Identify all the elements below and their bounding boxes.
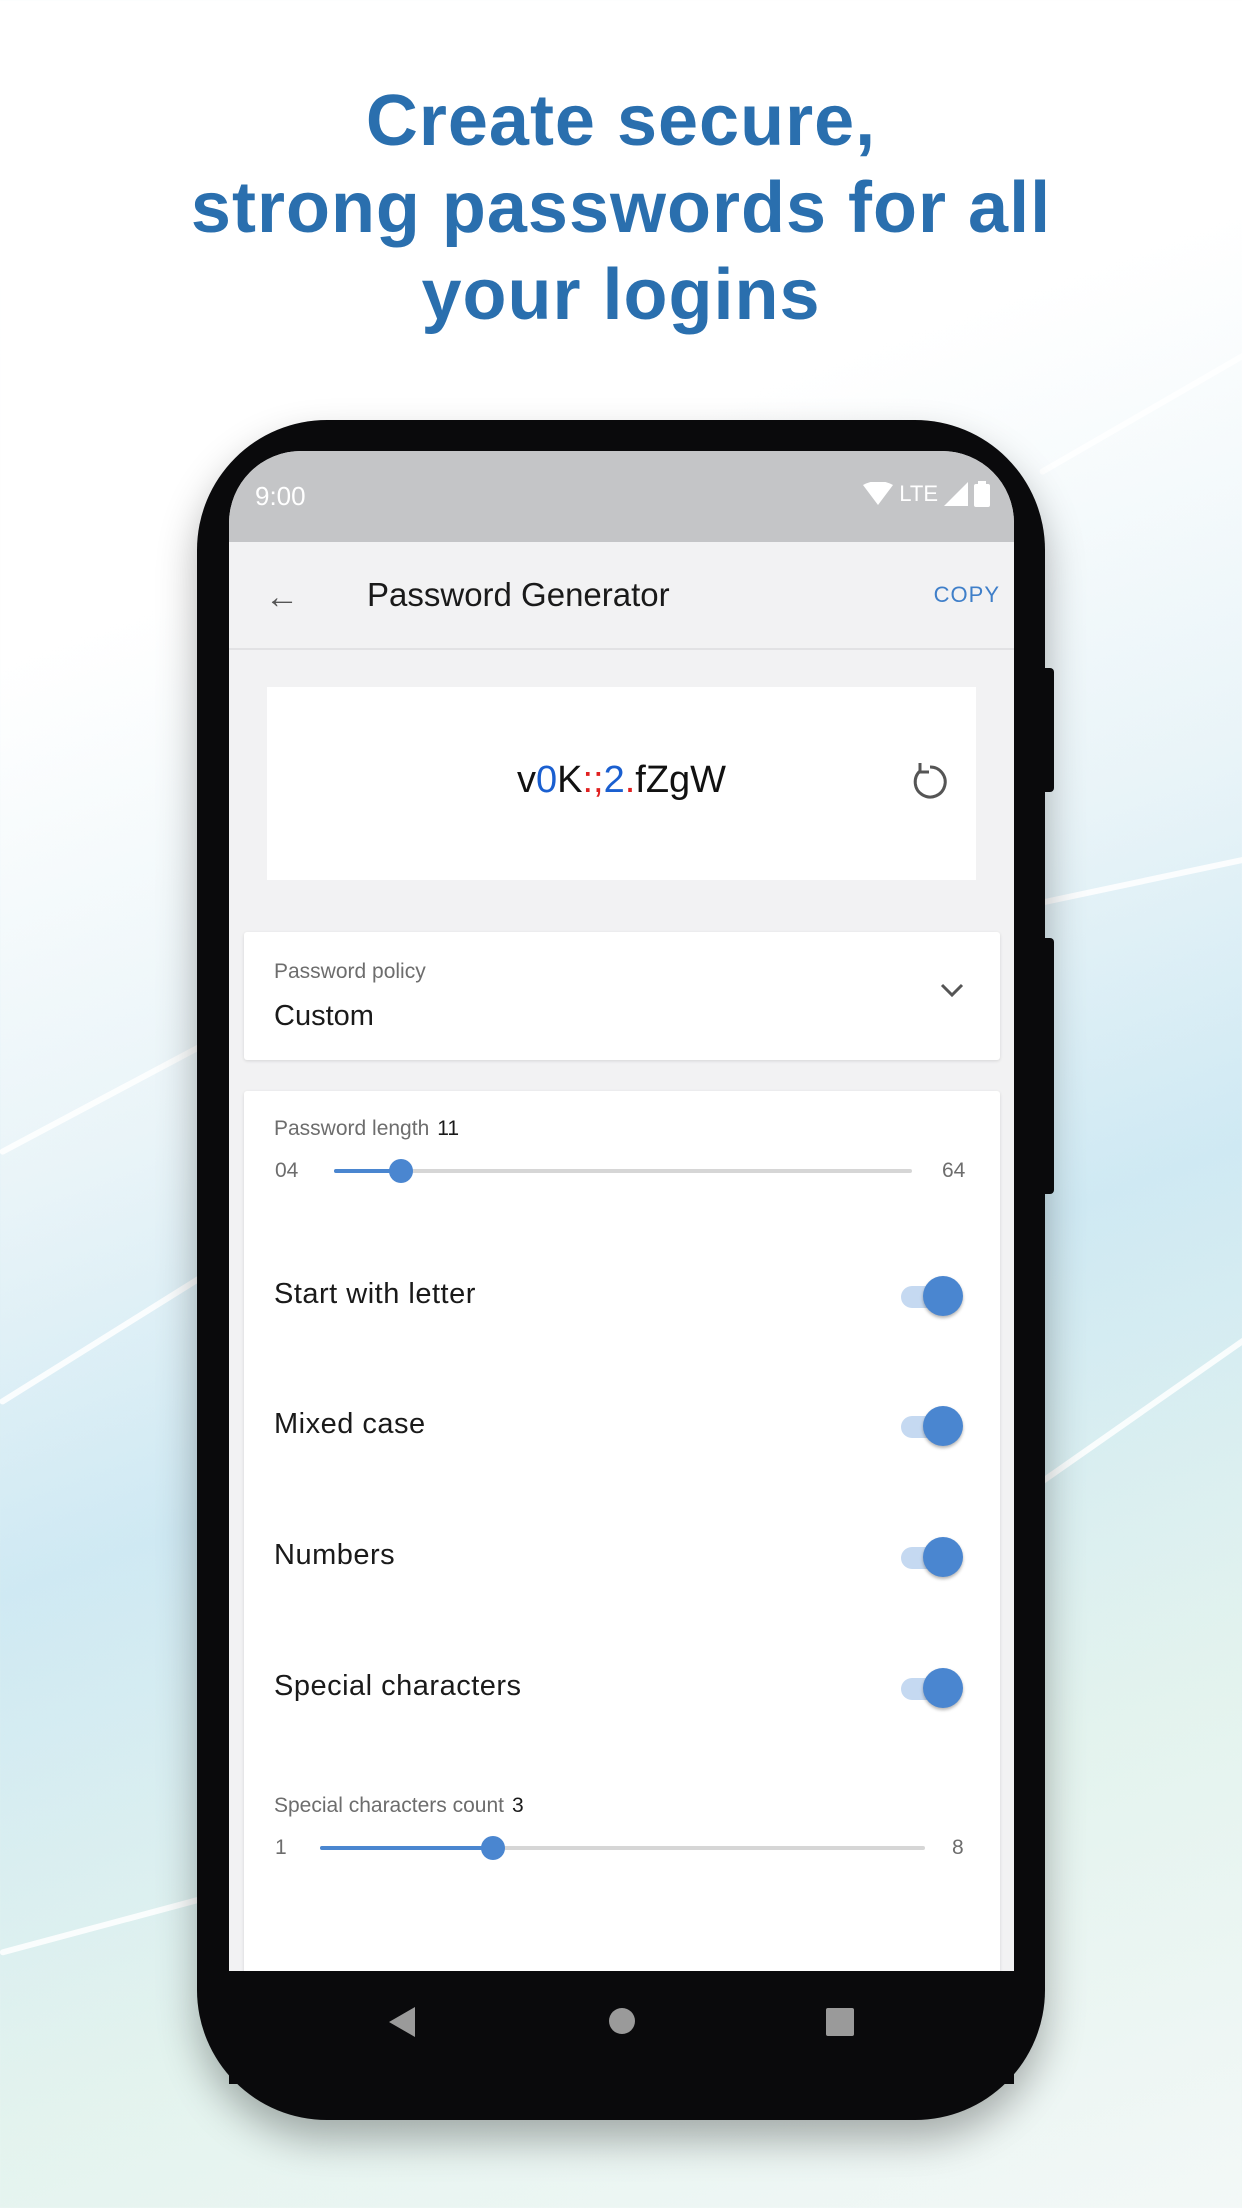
special-count-slider[interactable] [320,1836,925,1860]
toggle-label: Start with letter [274,1278,476,1310]
home-circle-icon[interactable] [607,2006,637,2036]
page-title: Password Generator [367,576,670,613]
password-length-slider[interactable] [334,1159,912,1183]
network-label: LTE [899,481,938,506]
headline-line: your logins [421,255,821,335]
arrow-left-icon[interactable]: ← [265,578,299,617]
copy-button[interactable]: COPY [934,582,1000,608]
phone-side-button [1040,668,1054,792]
password-policy-dropdown[interactable]: Password policy Custom [244,932,1000,1060]
policy-value: Custom [274,1000,374,1032]
navigation-bar [229,1971,1014,2084]
toggle-label: Special characters [274,1670,522,1702]
generated-password[interactable]: v0K:;2.fZgW [267,759,976,802]
special-count-label: Special characters count 3 [274,1794,524,1817]
signal-icon [944,482,968,506]
headline-line: Create secure, [365,81,877,161]
password-segment-special: :; [582,759,604,801]
toggle-numbers[interactable] [901,1537,963,1577]
toggle-label: Mixed case [274,1408,426,1440]
toggle-mixed-case[interactable] [901,1406,963,1446]
slider-min: 1 [275,1836,287,1859]
headline-line: strong passwords for all [190,168,1052,248]
password-length-label: Password length 11 [274,1117,460,1140]
password-segment-letter: v [516,759,536,801]
status-time: 9:00 [255,481,306,511]
status-bar: 9:00 LTE [229,451,1014,542]
back-triangle-icon[interactable] [387,2005,417,2039]
recents-square-icon[interactable] [825,2007,855,2037]
password-segment-special: . [624,759,636,801]
battery-icon [974,481,990,507]
slider-thumb[interactable] [480,1836,505,1860]
slider-fill [320,1846,493,1850]
background-streak [1038,340,1242,476]
phone-screen: 9:00 LTE ← Password Generator COPY v0K:;… [229,451,1014,2084]
toggle-label: Numbers [274,1539,396,1571]
wifi-icon [863,482,894,505]
password-length-value: 11 [437,1117,460,1140]
refresh-icon[interactable] [906,757,954,805]
toggle-special-characters[interactable] [901,1668,963,1708]
options-card: Password length 11 04 64 Start with lette… [244,1091,1000,2084]
generated-password-box: v0K:;2.fZgW [267,687,976,880]
background-streak [1038,1331,1242,1486]
password-segment-letter: K [557,759,583,801]
chevron-down-icon [940,983,964,998]
background-streak [1039,846,1242,906]
toggle-start-with-letter[interactable] [901,1276,963,1316]
password-segment-digit: 2 [603,759,625,801]
phone-side-button [1040,938,1054,1194]
policy-label: Password policy [274,960,426,983]
slider-thumb[interactable] [389,1159,414,1183]
password-segment-letter: fZgW [635,759,727,801]
slider-min: 04 [275,1159,299,1182]
special-count-value: 3 [511,1794,524,1817]
slider-max: 8 [952,1836,964,1859]
app-bar: ← Password Generator COPY [229,542,1014,650]
headline: Create secure, strong passwords for all … [0,78,1242,339]
slider-max: 64 [942,1159,966,1182]
password-segment-digit: 0 [535,759,558,801]
